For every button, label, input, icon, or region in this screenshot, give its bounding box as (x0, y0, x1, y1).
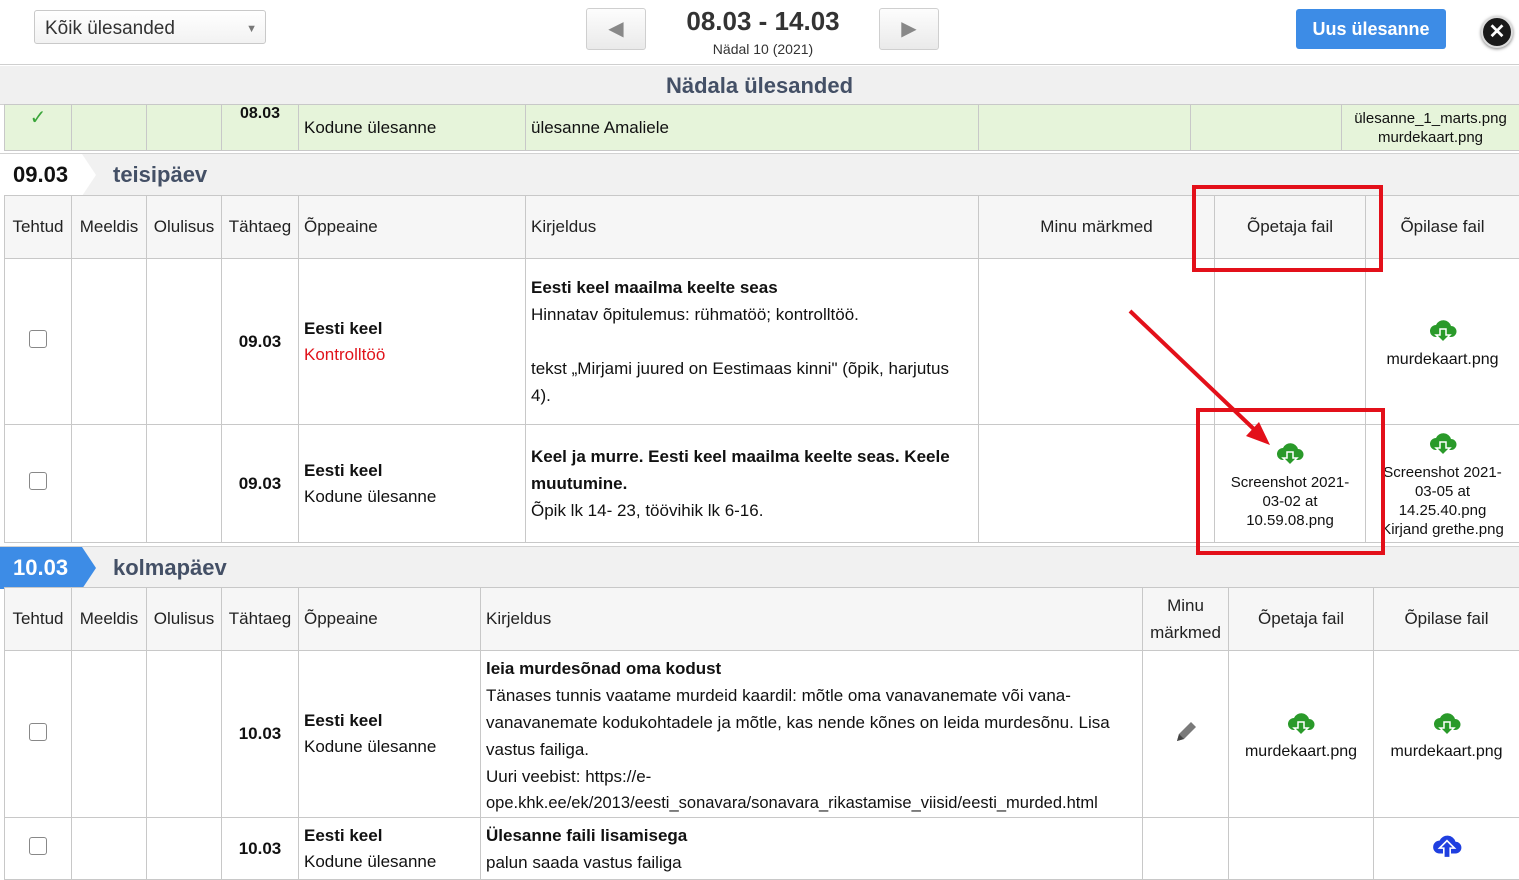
column-my-notes: Minu märkmed (979, 196, 1215, 259)
column-description: Kirjeldus (481, 588, 1143, 651)
checkmark-icon: ✓ (5, 105, 72, 151)
column-subject: Õppeaine (299, 196, 526, 259)
task-description: Tänases tunnis vaatame murdeid kaardil: … (486, 682, 1137, 709)
deadline: 10.03 (222, 818, 299, 880)
student-file-name[interactable]: murdekaart.png (1379, 743, 1514, 761)
task-filter-value: Kõik ülesanded (45, 18, 175, 39)
subject-name: Eesti keel (304, 319, 520, 339)
task-type: Kodune ülesanne (304, 487, 520, 507)
deadline: 08.03 (222, 105, 299, 151)
column-done: Tehtud (5, 588, 72, 651)
task-title: muutumine. (531, 470, 973, 497)
next-week-button[interactable]: ▶ (879, 8, 939, 50)
task-description: tekst „Mirjami juured on Eestimaas kinni… (531, 355, 973, 382)
column-importance: Olulisus (147, 588, 222, 651)
done-checkbox[interactable] (29, 837, 47, 855)
column-description: Kirjeldus (526, 196, 979, 259)
done-checkbox[interactable] (29, 472, 47, 490)
task-title: Ülesanne faili lisamisega (486, 822, 1137, 849)
task-description: Õpik lk 14- 23, töövihik lk 6-16. (531, 497, 973, 524)
table-row: 10.03 Eesti keel Kodune ülesanne Ülesann… (5, 818, 1519, 880)
top-toolbar: Kõik ülesanded ▼ ◀ 08.03 - 14.03 Nädal 1… (0, 0, 1519, 65)
teacher-file-cell[interactable]: murdekaart.png (1229, 651, 1374, 818)
week-range: 08.03 - 14.03 (650, 6, 876, 37)
column-liked: Meeldis (72, 588, 147, 651)
column-deadline: Tähtaeg (222, 588, 299, 651)
column-my-notes: Minu märkmed (1143, 588, 1229, 651)
new-task-button[interactable]: Uus ülesanne (1296, 9, 1446, 49)
subject-name: Eesti keel (304, 826, 475, 846)
deadline: 09.03 (222, 425, 299, 543)
subject-type: Kodune ülesanne (299, 105, 526, 151)
student-file-name[interactable]: 14.25.40.png (1366, 501, 1519, 520)
task-title: Eesti keel maailma keelte seas (531, 274, 973, 301)
previous-day-table: ✓ 08.03 Kodune ülesanne ülesanne Amaliel… (4, 104, 1519, 151)
day-tasks-table: Tehtud Meeldis Olulisus Tähtaeg Õppeaine… (4, 587, 1519, 880)
done-checkbox[interactable] (29, 723, 47, 741)
annotation-box-header (1192, 185, 1383, 272)
week-number: Nädal 10 (2021) (650, 41, 876, 57)
cloud-download-icon[interactable] (1432, 708, 1462, 738)
chevron-down-icon: ▼ (246, 23, 257, 35)
cloud-download-icon[interactable] (1286, 708, 1316, 738)
cloud-upload-icon[interactable] (1431, 830, 1463, 862)
student-file-name[interactable]: ülesanne_1_marts.png (1347, 109, 1514, 128)
task-description: vastus failiga. (486, 736, 1137, 763)
cloud-download-icon[interactable] (1428, 315, 1458, 345)
table-row: 10.03 Eesti keel Kodune ülesanne leia mu… (5, 651, 1519, 818)
task-description: Hinnatav õpitulemus: rühmatöö; kontrollt… (531, 301, 973, 328)
day-date: 09.03 (0, 154, 82, 196)
day-name: kolmapäev (113, 547, 227, 589)
subject-name: Eesti keel (304, 711, 475, 731)
student-file-cell[interactable]: ülesanne_1_marts.png murdekaart.png (1342, 105, 1519, 151)
week-tasks-header: Nädala ülesanded (0, 66, 1519, 105)
task-title: Keel ja murre. Eesti keel maailma keelte… (531, 443, 973, 470)
column-liked: Meeldis (72, 196, 147, 259)
student-file-name[interactable]: murdekaart.png (1371, 350, 1514, 369)
table-header: Tehtud Meeldis Olulisus Tähtaeg Õppeaine… (5, 588, 1519, 651)
teacher-file-name[interactable]: murdekaart.png (1234, 743, 1368, 761)
task-title: leia murdesõnad oma kodust (486, 655, 1137, 682)
subject-name: Eesti keel (304, 461, 520, 481)
table-row: 09.03 Eesti keel Kontrolltöö Eesti keel … (5, 259, 1519, 425)
student-file-name[interactable]: Screenshot 2021- (1366, 463, 1519, 482)
pencil-icon[interactable] (1173, 719, 1199, 745)
column-student-file: Õpilase fail (1374, 588, 1519, 651)
table-row: ✓ 08.03 Kodune ülesanne ülesanne Amaliel… (5, 105, 1519, 151)
done-checkbox[interactable] (29, 330, 47, 348)
task-description: palun saada vastus failiga (486, 849, 1137, 876)
student-file-cell[interactable]: murdekaart.png (1366, 259, 1519, 425)
student-file-name[interactable]: Kirjand grethe.png (1366, 520, 1519, 539)
day-date: 10.03 (0, 547, 82, 589)
annotation-box-file (1196, 408, 1385, 555)
task-description: 4). (531, 382, 973, 409)
task-type: Kontrolltöö (304, 345, 520, 365)
student-file-cell[interactable] (1374, 818, 1519, 880)
task-link[interactable]: ope.khk.ee/ek/2013/eesti_sonavara/sonava… (486, 790, 1137, 817)
close-icon[interactable]: ✕ (1481, 16, 1513, 48)
my-notes-cell (1143, 651, 1229, 818)
day-name: teisipäev (113, 154, 207, 196)
column-subject: Õppeaine (299, 588, 481, 651)
column-student-file: Õpilase fail (1366, 196, 1519, 259)
deadline: 09.03 (222, 259, 299, 425)
student-file-name[interactable]: murdekaart.png (1347, 128, 1514, 147)
student-file-name[interactable]: 03-05 at (1366, 482, 1519, 501)
student-file-cell[interactable]: Screenshot 2021- 03-05 at 14.25.40.png K… (1366, 425, 1519, 543)
column-importance: Olulisus (147, 196, 222, 259)
column-teacher-file: Õpetaja fail (1229, 588, 1374, 651)
task-description: Uuri veebist: https://e- (486, 763, 1137, 790)
task-type: Kodune ülesanne (304, 852, 475, 872)
task-description: vanavanemate kodukohtadele ja mõtle, kas… (486, 709, 1137, 736)
column-deadline: Tähtaeg (222, 196, 299, 259)
cloud-download-icon[interactable] (1428, 428, 1458, 458)
column-done: Tehtud (5, 196, 72, 259)
deadline: 10.03 (222, 651, 299, 818)
task-type: Kodune ülesanne (304, 737, 475, 757)
student-file-cell[interactable]: murdekaart.png (1374, 651, 1519, 818)
task-description: ülesanne Amaliele (526, 105, 979, 151)
task-filter-select[interactable]: Kõik ülesanded ▼ (34, 10, 266, 44)
previous-week-button[interactable]: ◀ (586, 8, 646, 50)
